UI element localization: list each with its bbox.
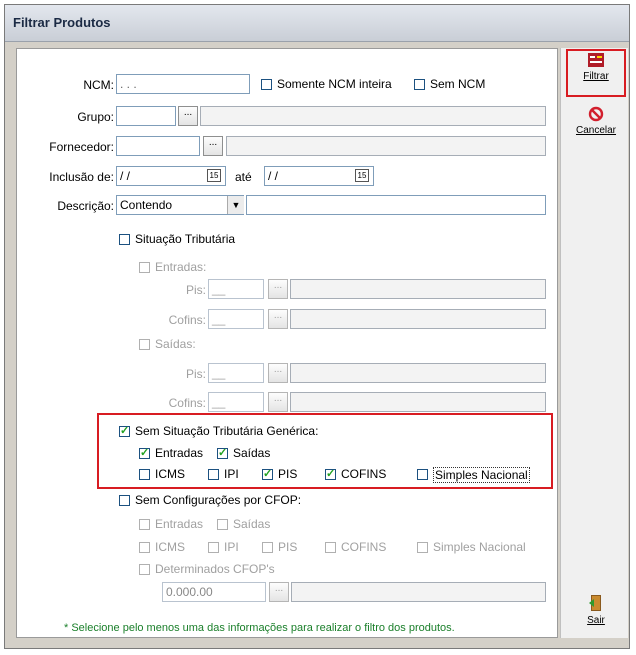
cfop-simples-checkbox[interactable] <box>417 542 428 553</box>
sem-config-cfop-label: Sem Configurações por CFOP: <box>135 493 302 507</box>
grupo-description-display <box>200 106 546 126</box>
sem-ncm-checkbox[interactable] <box>414 79 425 90</box>
generica-cofins-label: COFINS <box>341 467 387 481</box>
descricao-mode-value: Contendo <box>120 198 173 212</box>
saidas-pis-display <box>290 363 546 383</box>
generica-entradas-checkbox[interactable]: ✓ <box>139 448 150 459</box>
entradas-pis-label: Pis: <box>185 283 206 297</box>
cfop-ipi-label: IPI <box>224 540 239 554</box>
cfop-code-input[interactable]: 0.000.00 <box>162 582 266 602</box>
situacao-entradas-label: Entradas: <box>155 260 207 274</box>
generica-icms-label: ICMS <box>155 467 185 481</box>
generica-ipi-label: IPI <box>224 467 239 481</box>
cfop-saidas-label: Saídas <box>233 517 271 531</box>
saidas-cofins-input[interactable]: __ <box>208 392 264 412</box>
entradas-cofins-lookup-button[interactable]: ... <box>268 309 288 329</box>
cfop-simples-label: Simples Nacional <box>433 540 526 554</box>
saidas-pis-lookup-button[interactable]: ... <box>268 363 288 383</box>
cfop-cofins-label: COFINS <box>341 540 387 554</box>
entradas-pis-input[interactable]: __ <box>208 279 264 299</box>
sair-button[interactable]: Sair <box>569 594 623 634</box>
saidas-pis-label: Pis: <box>185 367 206 381</box>
fornecedor-label: Fornecedor: <box>49 140 114 154</box>
generica-saidas-label: Saídas <box>233 446 271 460</box>
selection-note: * Selecione pelo menos uma das informaçõ… <box>64 622 455 634</box>
situacao-tributaria-label: Situação Tributária <box>135 232 236 246</box>
generica-ipi-checkbox[interactable] <box>208 469 219 480</box>
ncm-input[interactable]: . . . <box>116 74 250 94</box>
grupo-label: Grupo: <box>77 110 114 124</box>
filtrar-label: Filtrar <box>583 71 609 82</box>
grupo-lookup-button[interactable]: ... <box>178 106 198 126</box>
generica-pis-label: PIS <box>278 467 298 481</box>
cfop-entradas-checkbox[interactable] <box>139 519 150 530</box>
entradas-cofins-display <box>290 309 546 329</box>
cfop-saidas-checkbox[interactable] <box>217 519 228 530</box>
saidas-cofins-display <box>290 392 546 412</box>
sair-label: Sair <box>587 615 605 626</box>
determinados-cfop-label: Determinados CFOP's <box>155 562 275 576</box>
chevron-down-icon[interactable]: ▼ <box>227 196 244 214</box>
sem-config-cfop-checkbox[interactable] <box>119 495 130 506</box>
entradas-cofins-label: Cofins: <box>168 313 206 327</box>
generica-simples-checkbox[interactable] <box>417 469 428 480</box>
sem-ncm-label: Sem NCM <box>430 77 486 91</box>
somente-ncm-inteira-label: Somente NCM inteira <box>277 77 392 91</box>
fornecedor-description-display <box>226 136 546 156</box>
cfop-ipi-checkbox[interactable] <box>208 542 219 553</box>
situacao-tributaria-checkbox[interactable] <box>119 234 130 245</box>
entradas-cofins-input[interactable]: __ <box>208 309 264 329</box>
saidas-cofins-label: Cofins: <box>168 396 206 410</box>
cfop-pis-label: PIS <box>278 540 298 554</box>
generica-entradas-label: Entradas <box>155 446 204 460</box>
ncm-label: NCM: <box>83 78 114 92</box>
sem-situacao-generica-checkbox[interactable]: ✓ <box>119 426 130 437</box>
fornecedor-input[interactable] <box>116 136 200 156</box>
cfop-lookup-button[interactable]: ... <box>269 582 289 602</box>
entradas-pis-lookup-button[interactable]: ... <box>268 279 288 299</box>
entradas-pis-display <box>290 279 546 299</box>
calendar-icon[interactable]: 15 <box>207 169 221 182</box>
generica-saidas-checkbox[interactable]: ✓ <box>217 448 228 459</box>
cfop-description-display <box>291 582 546 602</box>
inclusao-label: Inclusão de: <box>49 170 114 184</box>
cfop-icms-checkbox[interactable] <box>139 542 150 553</box>
exit-door-icon <box>589 595 601 611</box>
descricao-label: Descrição: <box>57 199 114 213</box>
title-bar: Filtrar Produtos <box>5 5 629 42</box>
window-title: Filtrar Produtos <box>13 15 111 30</box>
calendar-icon[interactable]: 15 <box>355 169 369 182</box>
saidas-pis-input[interactable]: __ <box>208 363 264 383</box>
fornecedor-lookup-button[interactable]: ... <box>203 136 223 156</box>
generica-icms-checkbox[interactable] <box>139 469 150 480</box>
sem-situacao-generica-label: Sem Situação Tributária Genérica: <box>135 424 319 438</box>
inclusao-ate-label: até <box>235 170 252 184</box>
cancelar-button[interactable]: Cancelar <box>569 106 623 150</box>
saidas-cofins-lookup-button[interactable]: ... <box>268 392 288 412</box>
filtrar-button[interactable]: Filtrar <box>569 52 623 94</box>
cfop-icms-label: ICMS <box>155 540 185 554</box>
descricao-mode-select[interactable]: Contendo <box>116 195 244 215</box>
grupo-input[interactable] <box>116 106 176 126</box>
cfop-cofins-checkbox[interactable] <box>325 542 336 553</box>
filter-icon <box>588 53 604 67</box>
cfop-entradas-label: Entradas <box>155 517 204 531</box>
cfop-pis-checkbox[interactable] <box>262 542 273 553</box>
situacao-entradas-checkbox[interactable] <box>139 262 150 273</box>
situacao-saidas-checkbox[interactable] <box>139 339 150 350</box>
cancelar-label: Cancelar <box>575 125 617 136</box>
generica-simples-label: Simples Nacional <box>433 467 530 483</box>
descricao-text-input[interactable] <box>246 195 546 215</box>
generica-pis-checkbox[interactable]: ✓ <box>262 469 273 480</box>
cancel-icon <box>588 106 604 122</box>
determinados-cfop-checkbox[interactable] <box>139 564 150 575</box>
somente-ncm-inteira-checkbox[interactable] <box>261 79 272 90</box>
generica-cofins-checkbox[interactable]: ✓ <box>325 469 336 480</box>
situacao-saidas-label: Saídas: <box>155 337 196 351</box>
